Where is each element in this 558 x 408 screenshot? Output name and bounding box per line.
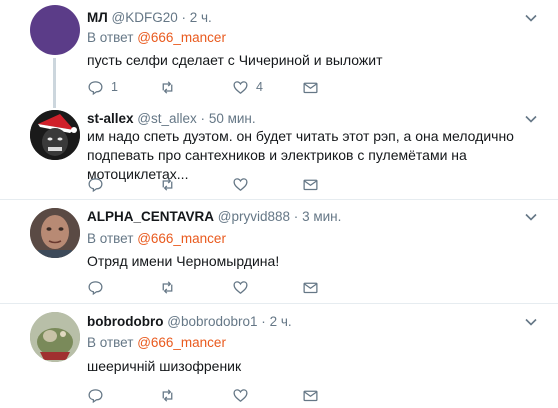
reply-context: В ответ @666_mancer — [87, 30, 226, 45]
separator: · — [200, 111, 206, 126]
reply-button[interactable] — [87, 386, 111, 404]
heart-icon — [233, 80, 248, 94]
tweet-header: ALPHA_CENTAVRA @pryvid888 · 3 мин. — [87, 209, 341, 224]
tweet-header: st-allex @st_allex · 50 мин. — [87, 111, 256, 126]
tweet-actions: 1 4 — [87, 78, 507, 96]
heart-icon — [233, 280, 248, 294]
direct-message-button[interactable] — [302, 175, 319, 193]
retweet-button[interactable] — [159, 175, 183, 193]
like-button[interactable] — [232, 386, 256, 404]
avatar[interactable] — [30, 208, 80, 258]
timestamp[interactable]: 3 мин. — [302, 209, 341, 224]
user-handle[interactable]: @pryvid888 — [218, 209, 290, 224]
like-count: 4 — [256, 80, 263, 94]
reply-context: В ответ @666_mancer — [87, 335, 226, 350]
avatar[interactable] — [30, 5, 80, 55]
timestamp[interactable]: 50 мин. — [209, 111, 256, 126]
separator: · — [181, 10, 186, 25]
tweet-text: Отряд имени Черномырдина! — [87, 253, 280, 269]
tweet-text: пусть селфи сделает с Чичериной и выложи… — [87, 52, 383, 68]
chevron-down-icon[interactable] — [524, 210, 538, 224]
envelope-icon — [303, 282, 318, 293]
direct-message-button[interactable] — [302, 278, 319, 296]
retweet-button[interactable] — [159, 386, 183, 404]
reply-context: В ответ @666_mancer — [87, 231, 226, 246]
display-name[interactable]: bobrodobro — [87, 314, 163, 329]
reply-prefix: В ответ — [87, 335, 134, 350]
retweet-icon — [162, 388, 173, 402]
avatar[interactable] — [30, 312, 80, 362]
like-button[interactable]: 4 — [232, 78, 263, 96]
tweet-header: МЛ @KDFG20 · 2 ч. — [87, 10, 212, 25]
display-name[interactable]: st-allex — [87, 111, 134, 126]
reply-button[interactable]: 1 — [87, 78, 118, 96]
envelope-icon — [303, 179, 318, 190]
tweet-item[interactable]: ALPHA_CENTAVRA @pryvid888 · 3 мин. В отв… — [0, 200, 558, 302]
like-button[interactable] — [232, 278, 256, 296]
retweet-icon — [162, 280, 173, 294]
tweet-actions — [87, 175, 507, 193]
retweet-icon — [162, 80, 173, 94]
display-name[interactable]: ALPHA_CENTAVRA — [87, 209, 214, 224]
retweet-button[interactable] — [159, 278, 183, 296]
chevron-down-icon[interactable] — [524, 11, 538, 25]
reply-prefix: В ответ — [87, 30, 134, 45]
display-name[interactable]: МЛ — [87, 10, 108, 25]
chevron-down-icon[interactable] — [524, 315, 538, 329]
mention-link[interactable]: @666_mancer — [137, 335, 226, 350]
tweet-actions — [87, 386, 507, 404]
reply-button[interactable] — [87, 278, 111, 296]
like-button[interactable] — [232, 175, 256, 193]
tweet-item[interactable]: МЛ @KDFG20 · 2 ч. В ответ @666_mancer пу… — [0, 0, 558, 100]
heart-icon — [233, 177, 248, 191]
reply-icon — [88, 80, 103, 95]
reply-icon — [88, 177, 103, 192]
envelope-icon — [303, 390, 318, 401]
chevron-down-icon[interactable] — [524, 112, 538, 126]
timestamp[interactable]: 2 ч. — [190, 10, 212, 25]
tweet-item[interactable]: bobrodobro @bobrodobro1 · 2 ч. В ответ @… — [0, 304, 558, 408]
retweet-button[interactable] — [159, 78, 183, 96]
avatar[interactable] — [30, 110, 80, 160]
user-handle[interactable]: @KDFG20 — [111, 10, 177, 25]
tweet-actions — [87, 278, 507, 296]
user-handle[interactable]: @st_allex — [137, 111, 196, 126]
direct-message-button[interactable] — [302, 386, 319, 404]
reply-icon — [88, 388, 103, 403]
heart-icon — [233, 388, 248, 402]
user-handle[interactable]: @bobrodobro1 — [167, 314, 257, 329]
reply-prefix: В ответ — [87, 231, 134, 246]
reply-icon — [88, 280, 103, 295]
envelope-icon — [303, 82, 318, 93]
reply-button[interactable] — [87, 175, 111, 193]
tweet-item[interactable]: st-allex @st_allex · 50 мин. им надо спе… — [0, 100, 558, 198]
mention-link[interactable]: @666_mancer — [137, 30, 226, 45]
retweet-icon — [162, 177, 173, 191]
reply-count: 1 — [111, 80, 118, 94]
tweet-text: шееричній шизофреник — [87, 358, 242, 374]
mention-link[interactable]: @666_mancer — [137, 231, 226, 246]
separator: · — [293, 209, 299, 224]
tweet-header: bobrodobro @bobrodobro1 · 2 ч. — [87, 314, 292, 329]
direct-message-button[interactable] — [302, 78, 319, 96]
separator: · — [261, 314, 266, 329]
timestamp[interactable]: 2 ч. — [270, 314, 292, 329]
